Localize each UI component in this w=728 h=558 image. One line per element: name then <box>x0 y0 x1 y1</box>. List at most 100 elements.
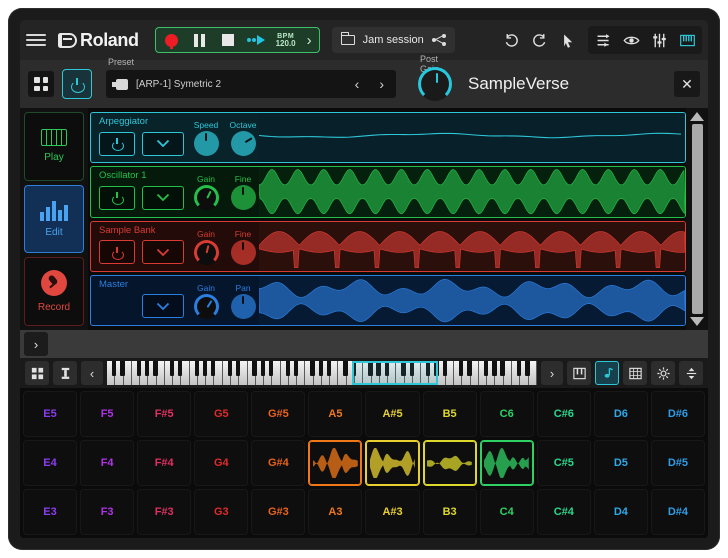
pad-A5[interactable]: A5 <box>308 391 362 437</box>
piano-white-key[interactable] <box>421 361 429 385</box>
piano-black-key[interactable] <box>401 361 405 376</box>
piano-white-key[interactable] <box>289 361 297 385</box>
piano-black-key[interactable] <box>269 361 273 376</box>
piano-white-key[interactable] <box>413 361 421 385</box>
pad-B5[interactable]: B5 <box>423 391 477 437</box>
piano-white-key[interactable] <box>305 361 313 385</box>
piano-white-key[interactable] <box>363 361 371 385</box>
expand-panel-button[interactable]: › <box>24 332 48 356</box>
piano-white-key[interactable] <box>214 361 222 385</box>
piano-black-key[interactable] <box>261 361 265 376</box>
pad-Gsharp3[interactable]: G#3 <box>251 489 305 535</box>
piano-white-key[interactable] <box>330 361 338 385</box>
pad-Fsharp5[interactable]: F#5 <box>137 391 191 437</box>
piano-white-key[interactable] <box>512 361 520 385</box>
piano-black-key[interactable] <box>228 361 232 376</box>
piano-white-key[interactable] <box>322 361 330 385</box>
piano-black-key[interactable] <box>145 361 149 376</box>
module-waveform[interactable] <box>259 167 685 216</box>
piano-white-key[interactable] <box>264 361 272 385</box>
pad-F3[interactable]: F3 <box>80 489 134 535</box>
pointer-icon[interactable] <box>554 27 580 53</box>
piano-black-key[interactable] <box>492 361 496 376</box>
piano-white-key[interactable] <box>165 361 173 385</box>
piano-white-key[interactable] <box>372 361 380 385</box>
piano-white-key[interactable] <box>520 361 528 385</box>
pad-B3[interactable]: B3 <box>423 489 477 535</box>
sidebar-item-edit[interactable]: Edit <box>24 185 84 254</box>
piano-white-key[interactable] <box>115 361 123 385</box>
pad-D4[interactable]: D4 <box>594 489 648 535</box>
plugin-power-button[interactable] <box>62 69 92 99</box>
list-arrange-icon[interactable] <box>590 27 616 53</box>
note-edit-icon[interactable] <box>595 361 619 385</box>
piano-white-key[interactable] <box>487 361 495 385</box>
pad-D5[interactable]: D5 <box>594 440 648 486</box>
transport-next-button[interactable]: › <box>302 32 317 49</box>
knob-dial[interactable] <box>231 294 256 319</box>
pad-B4[interactable] <box>423 440 477 486</box>
piano-white-key[interactable] <box>148 361 156 385</box>
pads-view-icon[interactable] <box>25 361 49 385</box>
stop-button[interactable] <box>214 28 242 52</box>
piano-black-key[interactable] <box>252 361 256 376</box>
settings-gear-icon[interactable] <box>651 361 675 385</box>
pad-Asharp4[interactable] <box>365 440 419 486</box>
piano-white-key[interactable] <box>462 361 470 385</box>
piano-black-key[interactable] <box>426 361 430 376</box>
piano-black-key[interactable] <box>343 361 347 376</box>
module-scrollbar[interactable] <box>686 108 708 330</box>
piano-black-key[interactable] <box>203 361 207 376</box>
piano-white-key[interactable] <box>438 361 446 385</box>
piano-black-key[interactable] <box>319 361 323 376</box>
knob-dial[interactable] <box>231 240 256 265</box>
piano-white-key[interactable] <box>181 361 189 385</box>
scroll-up-arrow[interactable] <box>690 112 704 121</box>
piano-black-key[interactable] <box>137 361 141 376</box>
post-gain-knob[interactable] <box>418 67 452 101</box>
piano-white-key[interactable] <box>173 361 181 385</box>
piano-white-key[interactable] <box>338 361 346 385</box>
share-icon[interactable] <box>432 34 446 46</box>
piano-black-key[interactable] <box>286 361 290 376</box>
piano-white-key[interactable] <box>504 361 512 385</box>
piano-bars-icon[interactable] <box>674 27 700 53</box>
pad-Csharp4[interactable]: C#4 <box>537 489 591 535</box>
piano-white-key[interactable] <box>380 361 388 385</box>
preset-next-button[interactable]: › <box>373 76 390 92</box>
piano-white-key[interactable] <box>157 361 165 385</box>
piano-white-key[interactable] <box>206 361 214 385</box>
piano-white-key[interactable] <box>396 361 404 385</box>
knob-dial[interactable] <box>194 240 219 265</box>
piano-white-key[interactable] <box>297 361 305 385</box>
pad-Dsharp4[interactable]: D#4 <box>651 489 705 535</box>
piano-white-key[interactable] <box>446 361 454 385</box>
pad-A3[interactable]: A3 <box>308 489 362 535</box>
pad-G3[interactable]: G3 <box>194 489 248 535</box>
pad-C6[interactable]: C6 <box>480 391 534 437</box>
piano-white-key[interactable] <box>248 361 256 385</box>
piano-white-key[interactable] <box>140 361 148 385</box>
pad-Dsharp5[interactable]: D#5 <box>651 440 705 486</box>
pad-Fsharp4[interactable]: F#4 <box>137 440 191 486</box>
mini-keyboard[interactable] <box>107 361 537 385</box>
pad-E3[interactable]: E3 <box>23 489 77 535</box>
pad-Dsharp6[interactable]: D#6 <box>651 391 705 437</box>
piano-black-key[interactable] <box>112 361 116 376</box>
piano-black-key[interactable] <box>368 361 372 376</box>
piano-black-key[interactable] <box>170 361 174 376</box>
pad-A4[interactable] <box>308 440 362 486</box>
piano-keys-icon[interactable] <box>567 361 591 385</box>
piano-white-key[interactable] <box>124 361 132 385</box>
mixer-sliders-icon[interactable] <box>646 27 672 53</box>
piano-white-key[interactable] <box>529 361 537 385</box>
piano-black-key[interactable] <box>195 361 199 376</box>
piano-white-key[interactable] <box>190 361 198 385</box>
module-power-button[interactable] <box>99 186 135 210</box>
pad-C4[interactable]: C4 <box>480 489 534 535</box>
module-waveform[interactable] <box>259 113 685 162</box>
close-icon[interactable]: ✕ <box>674 71 700 97</box>
eye-icon[interactable] <box>618 27 644 53</box>
module-waveform[interactable] <box>259 222 685 271</box>
sidebar-item-record[interactable]: Record <box>24 257 84 326</box>
